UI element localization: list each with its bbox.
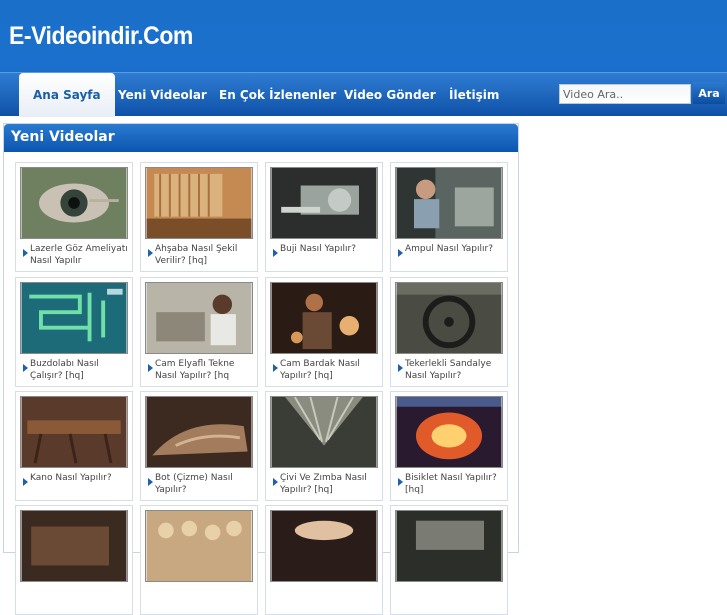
nav-yeni-videolar[interactable]: Yeni Videolar <box>118 73 207 117</box>
video-title[interactable]: Buji Nasıl Yapılır? <box>280 243 382 255</box>
video-thumbnail <box>145 396 253 468</box>
video-thumbnail <box>395 510 503 582</box>
video-panel: Yeni Videolar Lazerle Göz Ameliyatı Nası… <box>3 123 519 615</box>
video-title[interactable]: Cam Bardak Nasıl Yapılır? [hq] <box>280 358 382 382</box>
video-thumbnail <box>145 510 253 582</box>
video-thumbnail <box>395 396 503 468</box>
nav-ana-sayfa[interactable]: Ana Sayfa <box>19 73 115 117</box>
video-card[interactable] <box>265 505 383 615</box>
site-logo[interactable]: E-Videoindir.Com <box>9 22 193 51</box>
video-thumbnail <box>270 510 378 582</box>
video-card[interactable]: Lazerle Göz Ameliyatı Nasıl Yapılır <box>15 162 133 272</box>
play-arrow-icon <box>148 364 153 372</box>
video-card[interactable]: Kano Nasıl Yapılır? <box>15 391 133 501</box>
video-thumbnail <box>395 282 503 354</box>
video-title[interactable]: Lazerle Göz Ameliyatı Nasıl Yapılır <box>30 243 132 267</box>
play-arrow-icon <box>148 478 153 486</box>
video-title[interactable]: Ahşaba Nasıl Şekil Verilir? [hq] <box>155 243 257 267</box>
video-thumbnail <box>20 167 128 239</box>
video-thumbnail <box>270 396 378 468</box>
video-card[interactable] <box>15 505 133 615</box>
video-title[interactable]: Bisiklet Nasıl Yapılır? [hq] <box>405 472 507 496</box>
video-card[interactable]: Çivi Ve Zımba Nasıl Yapılır? [hq] <box>265 391 383 501</box>
video-title[interactable]: Tekerlekli Sandalye Nasıl Yapılır? <box>405 358 507 382</box>
video-thumbnail <box>145 282 253 354</box>
video-title[interactable]: Kano Nasıl Yapılır? <box>30 472 132 484</box>
play-arrow-icon <box>273 364 278 372</box>
video-thumbnail <box>270 282 378 354</box>
search-button[interactable]: Ara <box>693 82 725 104</box>
play-arrow-icon <box>273 249 278 257</box>
play-arrow-icon <box>23 249 28 257</box>
play-arrow-icon <box>398 478 403 486</box>
play-arrow-icon <box>23 478 28 486</box>
video-title[interactable]: Bot (Çizme) Nasıl Yapılır? <box>155 472 257 496</box>
video-thumbnail <box>270 167 378 239</box>
nav-iletisim[interactable]: İletişim <box>449 73 499 117</box>
play-arrow-icon <box>23 364 28 372</box>
video-card[interactable]: Cam Elyaflı Tekne Nasıl Yapılır? [hq <box>140 277 258 387</box>
video-title[interactable]: Buzdolabı Nasıl Çalışır? [hq] <box>30 358 132 382</box>
video-thumbnail <box>395 167 503 239</box>
video-card[interactable] <box>390 505 508 615</box>
video-title[interactable]: Cam Elyaflı Tekne Nasıl Yapılır? [hq <box>155 358 257 382</box>
video-card[interactable]: Buzdolabı Nasıl Çalışır? [hq] <box>15 277 133 387</box>
video-title[interactable]: Çivi Ve Zımba Nasıl Yapılır? [hq] <box>280 472 382 496</box>
video-thumbnail <box>145 167 253 239</box>
play-arrow-icon <box>273 478 278 486</box>
section-title: Yeni Videolar <box>11 129 115 145</box>
video-thumbnail <box>20 396 128 468</box>
video-thumbnail <box>20 282 128 354</box>
video-title[interactable]: Ampul Nasıl Yapılır? <box>405 243 507 255</box>
play-arrow-icon <box>398 364 403 372</box>
play-arrow-icon <box>398 249 403 257</box>
video-card[interactable]: Ampul Nasıl Yapılır? <box>390 162 508 272</box>
video-card[interactable]: Bisiklet Nasıl Yapılır? [hq] <box>390 391 508 501</box>
video-thumbnail <box>20 510 128 582</box>
panel-header: Yeni Videolar <box>4 124 518 152</box>
play-arrow-icon <box>148 249 153 257</box>
video-card[interactable]: Ahşaba Nasıl Şekil Verilir? [hq] <box>140 162 258 272</box>
video-card[interactable]: Bot (Çizme) Nasıl Yapılır? <box>140 391 258 501</box>
video-card[interactable]: Cam Bardak Nasıl Yapılır? [hq] <box>265 277 383 387</box>
nav-en-cok-izlenenler[interactable]: En Çok İzlenenler <box>219 73 336 117</box>
nav-video-gonder[interactable]: Video Gönder <box>344 73 436 117</box>
video-card[interactable]: Tekerlekli Sandalye Nasıl Yapılır? <box>390 277 508 387</box>
video-card[interactable]: Buji Nasıl Yapılır? <box>265 162 383 272</box>
video-card[interactable] <box>140 505 258 615</box>
search-input[interactable] <box>559 84 691 104</box>
